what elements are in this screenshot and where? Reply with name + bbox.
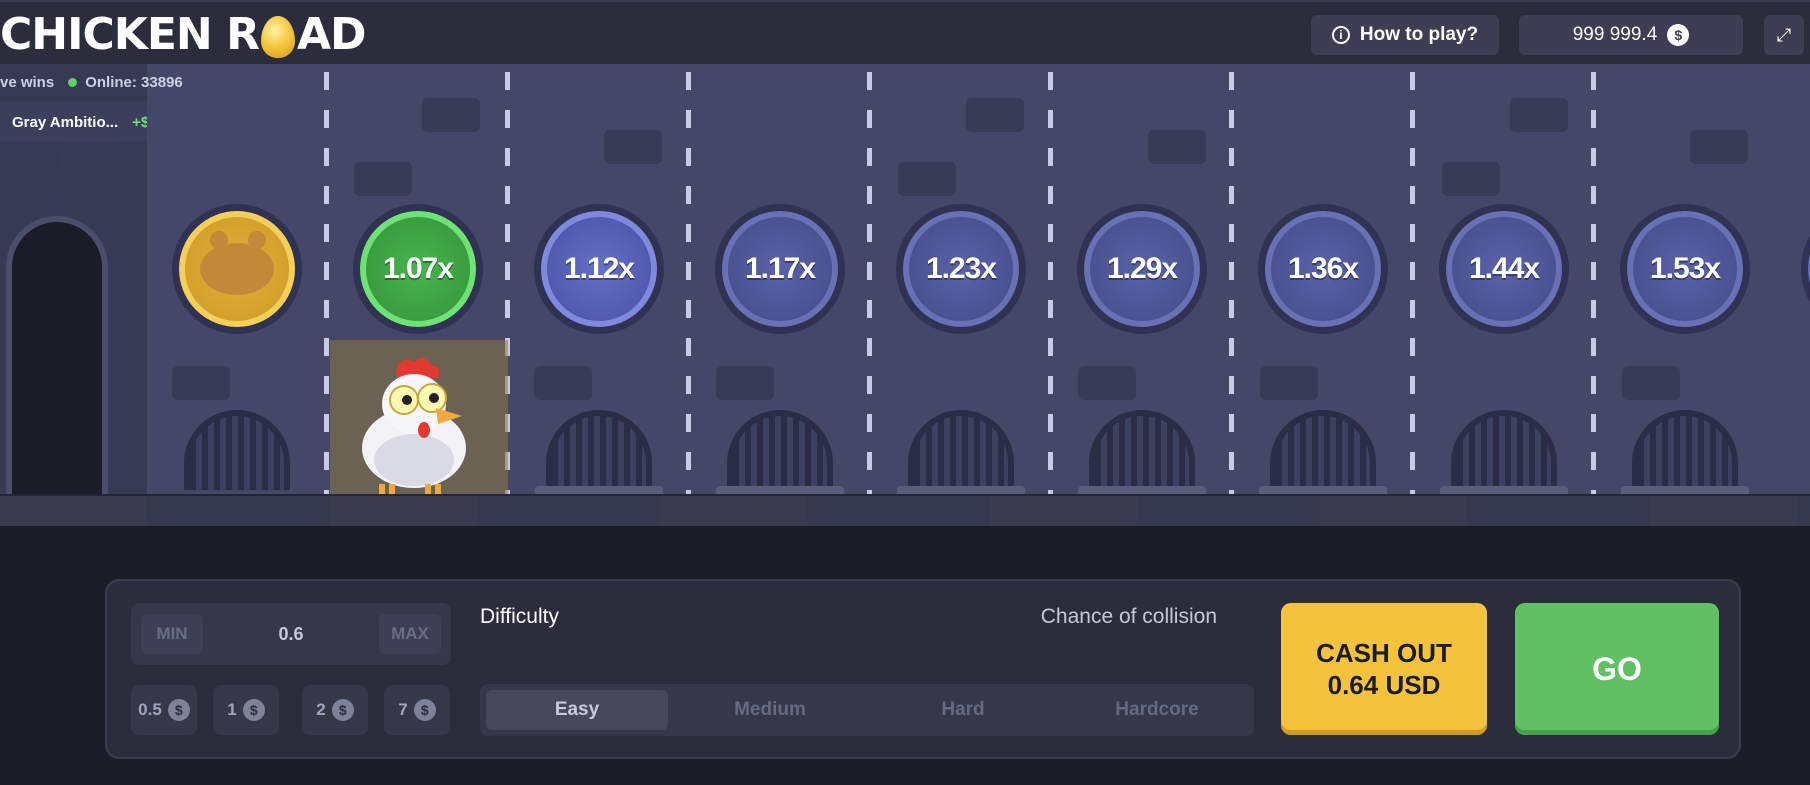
chicken-character xyxy=(362,357,466,496)
wall-brick xyxy=(1442,162,1500,196)
game-road: 1.07x 1.12x 1.17x 1.23x 1.29x 1.36x 1.44… xyxy=(0,64,1810,496)
wall-brick xyxy=(1510,98,1568,132)
lane-divider xyxy=(1591,72,1596,496)
bet-panel: MIN 0.6 MAX 0.5 $ 1 $ 2 $ 7 $ Difficulty Cha… xyxy=(105,579,1741,759)
difficulty-option-easy[interactable]: Easy xyxy=(486,690,668,730)
start-door xyxy=(6,216,108,496)
bet-chip-7[interactable]: 7 $ xyxy=(384,685,450,735)
wall-brick xyxy=(354,162,412,196)
how-to-play-button[interactable]: i How to play? xyxy=(1311,15,1499,55)
wall-brick xyxy=(966,98,1024,132)
balance-display: 999 999.4 $ xyxy=(1519,15,1743,55)
difficulty-label: Difficulty xyxy=(480,605,559,628)
roasted-chicken-coin xyxy=(172,204,302,334)
sewer-grate xyxy=(908,410,1014,490)
multiplier-coin: 1.29x xyxy=(1077,204,1207,334)
sewer-grate xyxy=(184,410,290,490)
lane-divider xyxy=(1229,72,1234,496)
sewer-grate xyxy=(1632,410,1738,490)
lane-divider xyxy=(324,72,329,496)
fullscreen-button[interactable]: ⤢ xyxy=(1764,15,1804,55)
balance-value: 999 999.4 xyxy=(1572,24,1658,45)
golden-egg-icon xyxy=(260,16,295,58)
live-wins-bar: ve wins Online: 33896 xyxy=(0,68,183,96)
live-win-item: Gray Ambitio... +$349.50 xyxy=(0,102,147,142)
difficulty-selector: Easy Medium Hard Hardcore xyxy=(480,684,1254,736)
bet-chip-1[interactable]: 1 $ xyxy=(213,685,279,735)
sewer-grate xyxy=(1270,410,1376,490)
bet-chip-0-5[interactable]: 0.5 $ xyxy=(131,685,197,735)
multiplier-coin: 1.36x xyxy=(1258,204,1388,334)
bet-amount-control: MIN 0.6 MAX xyxy=(131,603,451,665)
wall-brick xyxy=(1148,130,1206,164)
difficulty-option-medium[interactable]: Medium xyxy=(679,690,861,730)
info-icon: i xyxy=(1331,26,1350,44)
wall-brick xyxy=(1078,366,1136,400)
wall-brick xyxy=(1260,366,1318,400)
fullscreen-icon: ⤢ xyxy=(1776,24,1792,45)
dollar-coin-icon: $ xyxy=(331,699,354,721)
dollar-coin-icon: $ xyxy=(167,699,190,721)
dollar-coin-icon: $ xyxy=(413,699,436,721)
lane-divider xyxy=(1410,72,1415,496)
difficulty-option-hard[interactable]: Hard xyxy=(872,690,1054,730)
win-amount: +$349.50 xyxy=(132,113,147,131)
multiplier-coin: 1.53x xyxy=(1620,204,1750,334)
bet-chip-2[interactable]: 2 $ xyxy=(302,685,368,735)
dollar-coin-icon: $ xyxy=(242,699,265,721)
lane-divider xyxy=(1048,72,1053,496)
dollar-coin-icon: $ xyxy=(1667,24,1690,46)
bet-amount-input[interactable]: 0.6 xyxy=(211,614,371,654)
multiplier-coin-offscreen xyxy=(1801,204,1810,334)
multiplier-coin: 1.23x xyxy=(896,204,1026,334)
sewer-grate xyxy=(727,410,833,490)
wall-brick xyxy=(1622,366,1680,400)
wall-brick xyxy=(604,130,662,164)
wall-brick xyxy=(898,162,956,196)
chance-of-collision-label: Chance of collision xyxy=(1040,605,1217,628)
online-dot-icon xyxy=(68,77,78,87)
game-logo: CHICKEN R AD xyxy=(0,8,367,60)
wall-brick xyxy=(1690,130,1748,164)
online-count: Online: 33896 xyxy=(68,74,183,91)
wall-brick xyxy=(422,98,480,132)
bet-max-button[interactable]: MAX xyxy=(379,614,441,654)
sewer-grate xyxy=(1089,410,1195,490)
win-user: Gray Ambitio... xyxy=(12,113,119,131)
cash-out-button[interactable]: CASH OUT 0.64 USD xyxy=(1281,603,1487,735)
multiplier-coin: 1.17x xyxy=(715,204,845,334)
sewer-grate xyxy=(1451,410,1557,490)
wall-brick xyxy=(716,366,774,400)
wall-brick xyxy=(60,140,118,174)
sewer-grate xyxy=(546,410,652,490)
live-wins-title: ve wins xyxy=(0,73,55,91)
roasted-chicken-icon xyxy=(200,231,274,295)
go-button[interactable]: GO xyxy=(1515,603,1719,735)
multiplier-coin-current: 1.07x xyxy=(353,204,483,334)
multiplier-coin-next[interactable]: 1.12x xyxy=(534,204,664,334)
lane-divider xyxy=(867,72,872,496)
lane-divider xyxy=(686,72,691,496)
sidewalk xyxy=(0,496,1810,526)
multiplier-coin: 1.44x xyxy=(1439,204,1569,334)
difficulty-option-hardcore[interactable]: Hardcore xyxy=(1066,690,1248,730)
wall-brick xyxy=(172,366,230,400)
top-bar: CHICKEN R AD i How to play? 999 999.4 $ ⤢ xyxy=(0,0,1810,64)
wall-brick xyxy=(534,366,592,400)
bet-min-button[interactable]: MIN xyxy=(141,614,203,654)
